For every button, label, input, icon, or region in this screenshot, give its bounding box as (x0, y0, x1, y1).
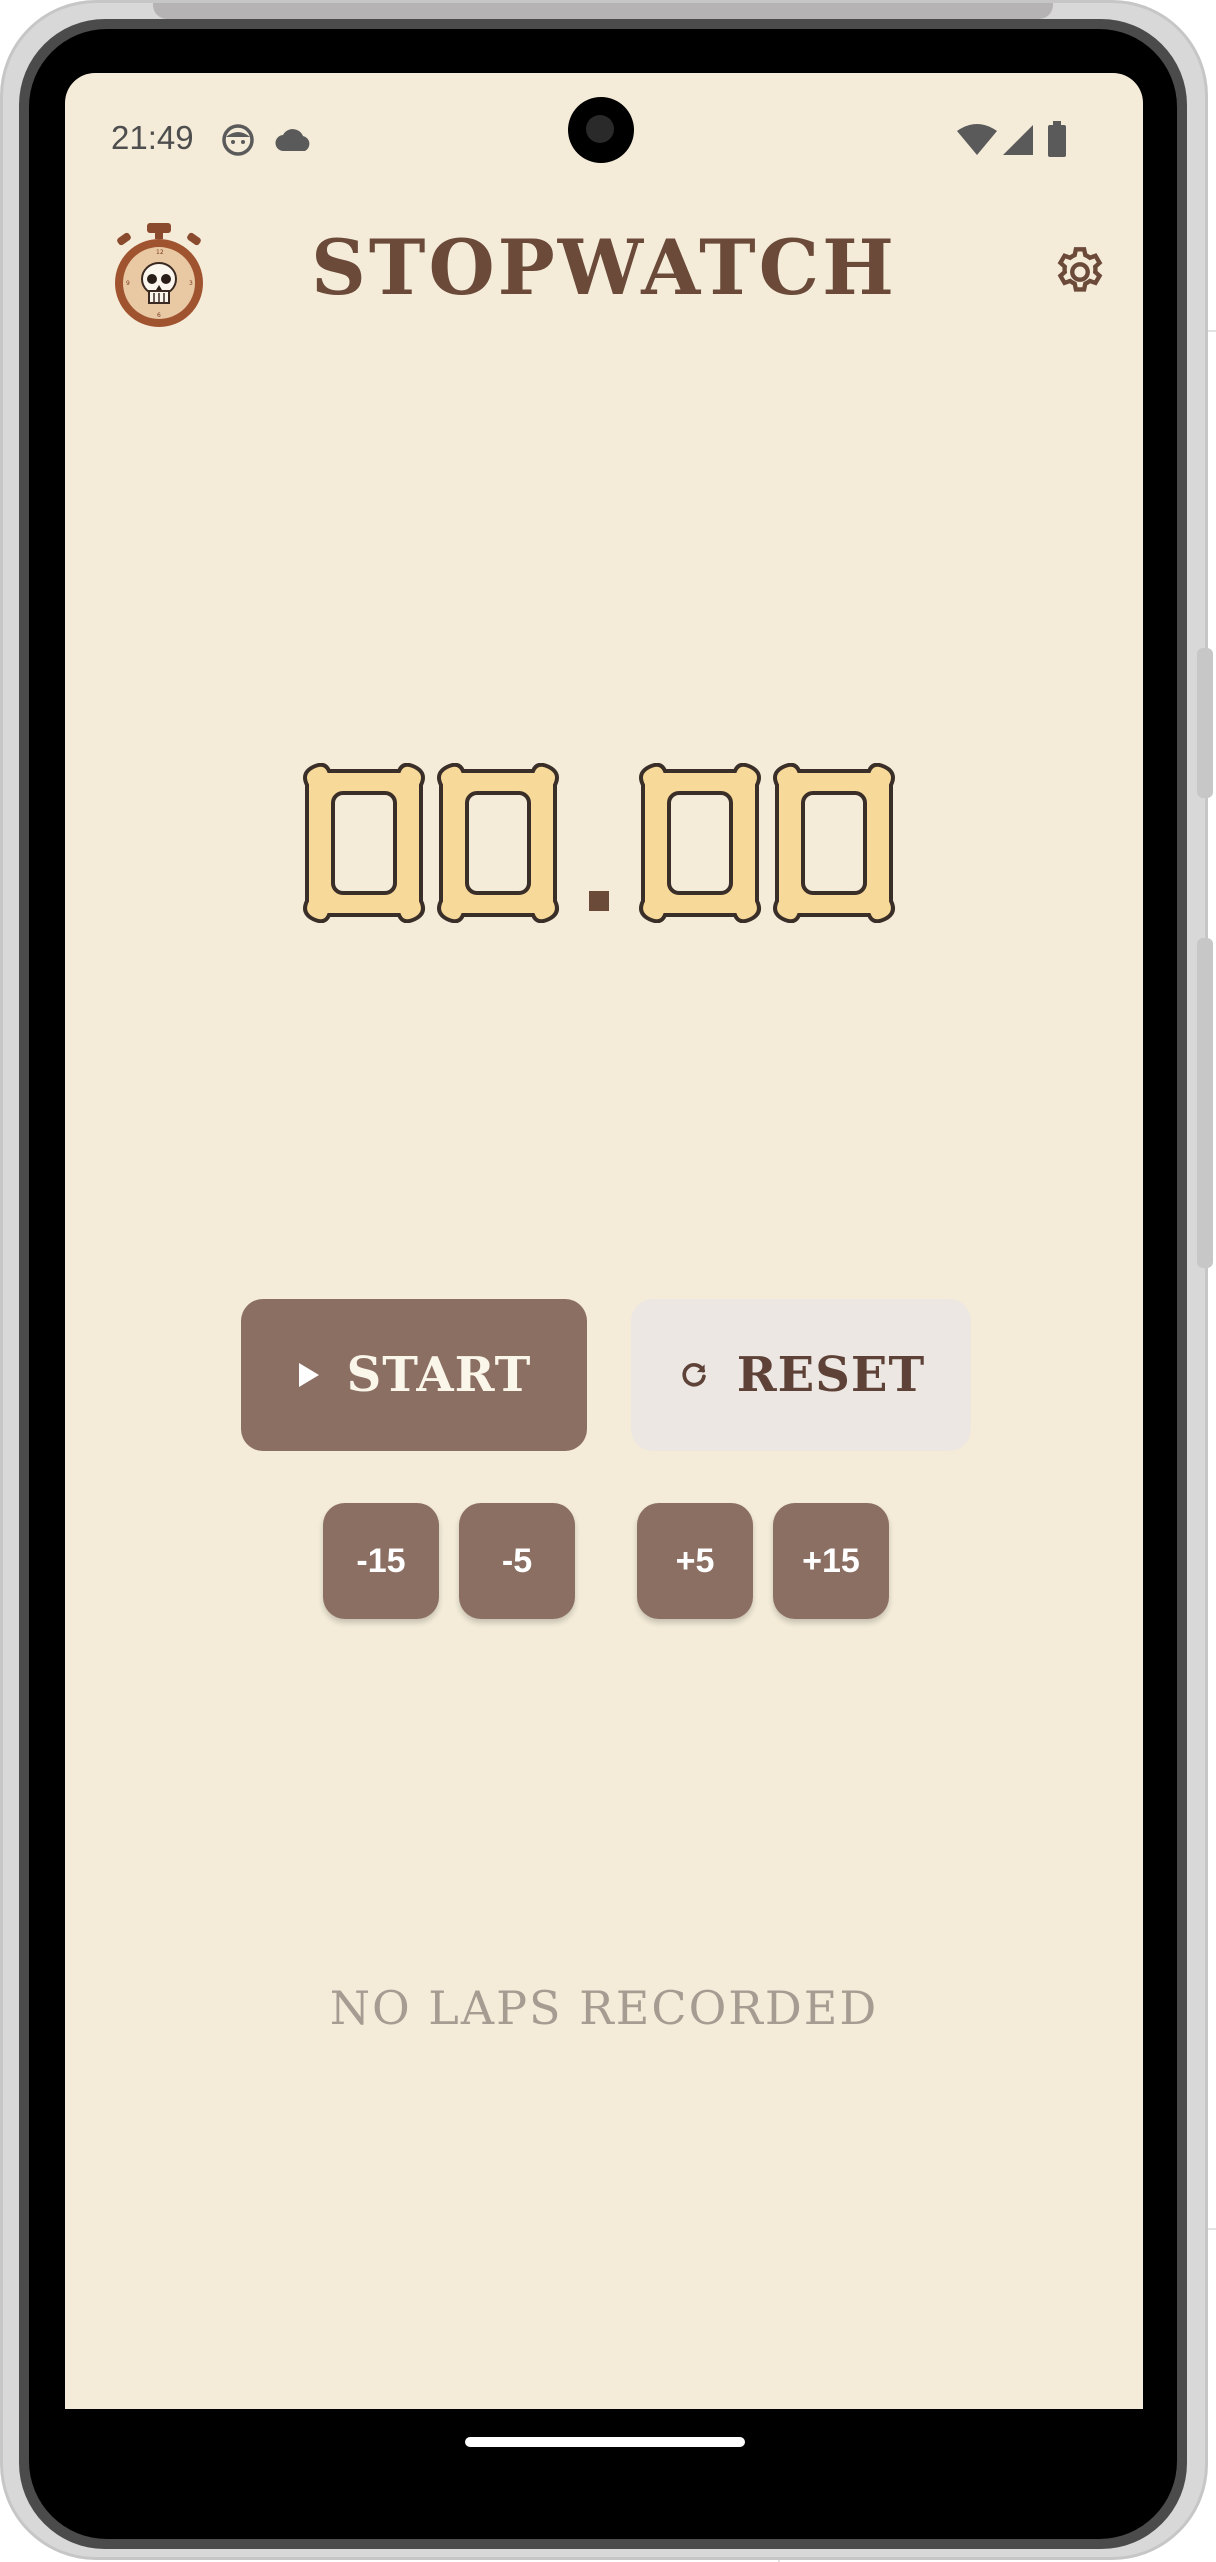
phone-frame: 21:49 12 3 6 9 STOPWATCH START RESET -15… (0, 0, 1213, 2560)
start-button-label: START (346, 1347, 532, 1403)
phone-top-edge (153, 3, 1053, 19)
front-camera (568, 97, 634, 163)
timer-display (299, 763, 919, 933)
battery-icon (1048, 121, 1066, 157)
power-button (1197, 938, 1213, 1268)
status-time: 21:49 (111, 119, 194, 156)
home-gesture-handle[interactable] (465, 2437, 745, 2447)
timer-digit (437, 763, 559, 923)
timer-digit (639, 763, 761, 923)
play-icon (298, 1363, 319, 1387)
minus-5-button[interactable]: -5 (459, 1503, 575, 1619)
refresh-icon (682, 1363, 706, 1387)
signal-icon (1003, 125, 1033, 155)
volume-button (1197, 648, 1213, 798)
gear-icon[interactable] (1051, 243, 1109, 301)
no-laps-message: NO LAPS RECORDED (329, 1981, 879, 2035)
wifi-icon (957, 124, 997, 155)
plus-15-button[interactable]: +15 (773, 1503, 889, 1619)
navigation-bar (65, 2409, 1143, 2473)
face-icon (222, 124, 254, 156)
timer-digit (303, 763, 425, 923)
cloud-icon (275, 129, 310, 152)
svg-text:6: 6 (157, 312, 161, 319)
reset-button[interactable]: RESET (631, 1299, 971, 1451)
app-screen: 21:49 12 3 6 9 STOPWATCH START RESET -15… (65, 73, 1143, 2409)
timer-digit (773, 763, 895, 923)
start-button[interactable]: START (241, 1299, 587, 1451)
page-title: STOPWATCH (311, 223, 897, 312)
minus-15-button[interactable]: -15 (323, 1503, 439, 1619)
timer-separator (589, 891, 609, 911)
reset-button-label: RESET (736, 1347, 926, 1403)
plus-5-button[interactable]: +5 (637, 1503, 753, 1619)
